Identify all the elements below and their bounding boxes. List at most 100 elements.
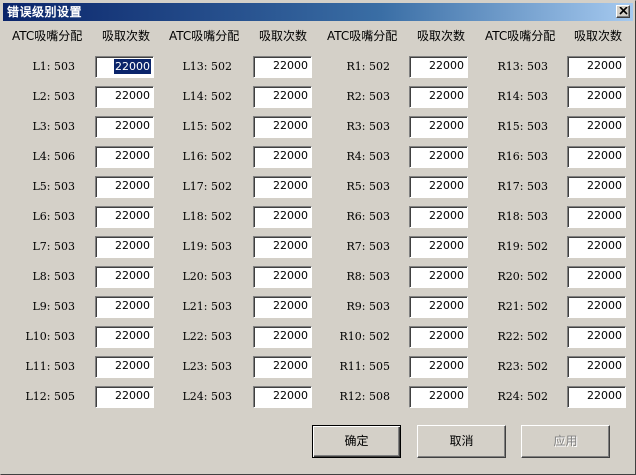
column-header-pick-count: 吸取次数 (102, 29, 151, 43)
pick-count-field-r13[interactable]: 22000 (567, 56, 626, 78)
nozzle-label-r22: R22: 502 (497, 330, 548, 343)
pick-count-field-r20[interactable]: 22000 (567, 266, 626, 288)
pick-count-field-l12[interactable]: 22000 (95, 386, 154, 408)
pick-count-field-l22[interactable]: 22000 (253, 326, 312, 348)
nozzle-label-l4: L4: 506 (32, 150, 75, 163)
column-header-pick-count: 吸取次数 (417, 29, 466, 43)
nozzle-label-l10: L10: 503 (25, 330, 76, 343)
nozzle-label-l5: L5: 503 (32, 180, 75, 193)
pick-count-field-l5[interactable]: 22000 (95, 176, 154, 198)
nozzle-label-l21: L21: 503 (182, 300, 233, 313)
nozzle-label-l7: L7: 503 (32, 240, 75, 253)
pick-count-field-r23[interactable]: 22000 (567, 356, 626, 378)
nozzle-label-l16: L16: 502 (182, 150, 233, 163)
pick-count-field-l17[interactable]: 22000 (253, 176, 312, 198)
ok-button[interactable]: 确定 (312, 425, 401, 458)
nozzle-label-l23: L23: 503 (182, 360, 233, 373)
pick-count-field-l11[interactable]: 22000 (95, 356, 154, 378)
pick-count-field-r12[interactable]: 22000 (409, 386, 468, 408)
nozzle-label-r3: R3: 503 (346, 120, 390, 133)
pick-count-field-r3[interactable]: 22000 (409, 116, 468, 138)
nozzle-label-r9: R9: 503 (346, 300, 390, 313)
pick-count-field-l4[interactable]: 22000 (95, 146, 154, 168)
nozzle-label-r15: R15: 503 (497, 120, 548, 133)
pick-count-field-r18[interactable]: 22000 (567, 206, 626, 228)
nozzle-label-l6: L6: 503 (32, 210, 75, 223)
nozzle-label-r18: R18: 503 (497, 210, 548, 223)
nozzle-label-r2: R2: 503 (346, 90, 390, 103)
nozzle-label-l22: L22: 503 (182, 330, 233, 343)
nozzle-label-l20: L20: 503 (182, 270, 233, 283)
pick-count-field-l18[interactable]: 22000 (253, 206, 312, 228)
nozzle-label-l9: L9: 503 (32, 300, 75, 313)
pick-count-field-l6[interactable]: 22000 (95, 206, 154, 228)
close-icon (619, 7, 628, 15)
pick-count-field-r2[interactable]: 22000 (409, 86, 468, 108)
pick-count-field-r8[interactable]: 22000 (409, 266, 468, 288)
nozzle-label-r19: R19: 502 (497, 240, 548, 253)
pick-count-field-r24[interactable]: 22000 (567, 386, 626, 408)
nozzle-label-r24: R24: 502 (497, 390, 548, 403)
nozzle-label-r10: R10: 502 (339, 330, 390, 343)
pick-count-field-l3[interactable]: 22000 (95, 116, 154, 138)
pick-count-field-l23[interactable]: 22000 (253, 356, 312, 378)
pick-count-field-l16[interactable]: 22000 (253, 146, 312, 168)
pick-count-field-l9[interactable]: 22000 (95, 296, 154, 318)
column-header-pick-count: 吸取次数 (574, 29, 623, 43)
nozzle-label-r20: R20: 502 (497, 270, 548, 283)
pick-count-field-r16[interactable]: 22000 (567, 146, 626, 168)
pick-count-field-r4[interactable]: 22000 (409, 146, 468, 168)
nozzle-label-l18: L18: 502 (182, 210, 233, 223)
pick-count-field-r10[interactable]: 22000 (409, 326, 468, 348)
pick-count-field-l19[interactable]: 22000 (253, 236, 312, 258)
nozzle-label-l1: L1: 503 (32, 60, 75, 73)
pick-count-field-l2[interactable]: 22000 (95, 86, 154, 108)
pick-count-field-l7[interactable]: 22000 (95, 236, 154, 258)
nozzle-label-r11: R11: 505 (339, 360, 390, 373)
nozzle-label-r1: R1: 502 (346, 60, 390, 73)
title-bar[interactable]: 错误级别设置 (3, 3, 633, 21)
pick-count-field-r21[interactable]: 22000 (567, 296, 626, 318)
pick-count-field-l8[interactable]: 22000 (95, 266, 154, 288)
pick-count-field-l13[interactable]: 22000 (253, 56, 312, 78)
pick-count-field-r5[interactable]: 22000 (409, 176, 468, 198)
nozzle-label-r14: R14: 503 (497, 90, 548, 103)
selected-text: 22000 (114, 59, 151, 74)
close-button[interactable] (616, 5, 630, 18)
pick-count-field-r22[interactable]: 22000 (567, 326, 626, 348)
nozzle-label-r17: R17: 503 (497, 180, 548, 193)
nozzle-label-r16: R16: 503 (497, 150, 548, 163)
pick-count-field-r7[interactable]: 22000 (409, 236, 468, 258)
pick-count-field-l10[interactable]: 22000 (95, 326, 154, 348)
nozzle-label-l3: L3: 503 (32, 120, 75, 133)
nozzle-label-r8: R8: 503 (346, 270, 390, 283)
pick-count-field-r17[interactable]: 22000 (567, 176, 626, 198)
column-header-atc: ATC吸嘴分配 (327, 29, 398, 43)
pick-count-field-r14[interactable]: 22000 (567, 86, 626, 108)
nozzle-label-l2: L2: 503 (32, 90, 75, 103)
pick-count-field-r19[interactable]: 22000 (567, 236, 626, 258)
nozzle-label-r21: R21: 502 (497, 300, 548, 313)
pick-count-field-r11[interactable]: 22000 (409, 356, 468, 378)
pick-count-field-r6[interactable]: 22000 (409, 206, 468, 228)
pick-count-field-l20[interactable]: 22000 (253, 266, 312, 288)
nozzle-label-r4: R4: 503 (346, 150, 390, 163)
nozzle-label-r6: R6: 503 (346, 210, 390, 223)
nozzle-label-l14: L14: 502 (182, 90, 233, 103)
pick-count-field-l24[interactable]: 22000 (253, 386, 312, 408)
nozzle-label-l24: L24: 503 (182, 390, 233, 403)
pick-count-field-l14[interactable]: 22000 (253, 86, 312, 108)
pick-count-field-r9[interactable]: 22000 (409, 296, 468, 318)
error-level-settings-dialog: 错误级别设置 ATC吸嘴分配 吸取次数 L1: 503 22000 L2: 503 220… (0, 0, 636, 475)
dialog-title: 错误级别设置 (7, 5, 83, 19)
nozzle-label-l13: L13: 502 (182, 60, 233, 73)
pick-count-field-r15[interactable]: 22000 (567, 116, 626, 138)
cancel-button[interactable]: 取消 (417, 425, 506, 458)
pick-count-field-l1[interactable]: 22000 (95, 56, 154, 78)
pick-count-field-l21[interactable]: 22000 (253, 296, 312, 318)
nozzle-label-r13: R13: 503 (497, 60, 548, 73)
apply-button: 应用 (521, 425, 610, 458)
pick-count-field-l15[interactable]: 22000 (253, 116, 312, 138)
nozzle-label-r5: R5: 503 (346, 180, 390, 193)
pick-count-field-r1[interactable]: 22000 (409, 56, 468, 78)
